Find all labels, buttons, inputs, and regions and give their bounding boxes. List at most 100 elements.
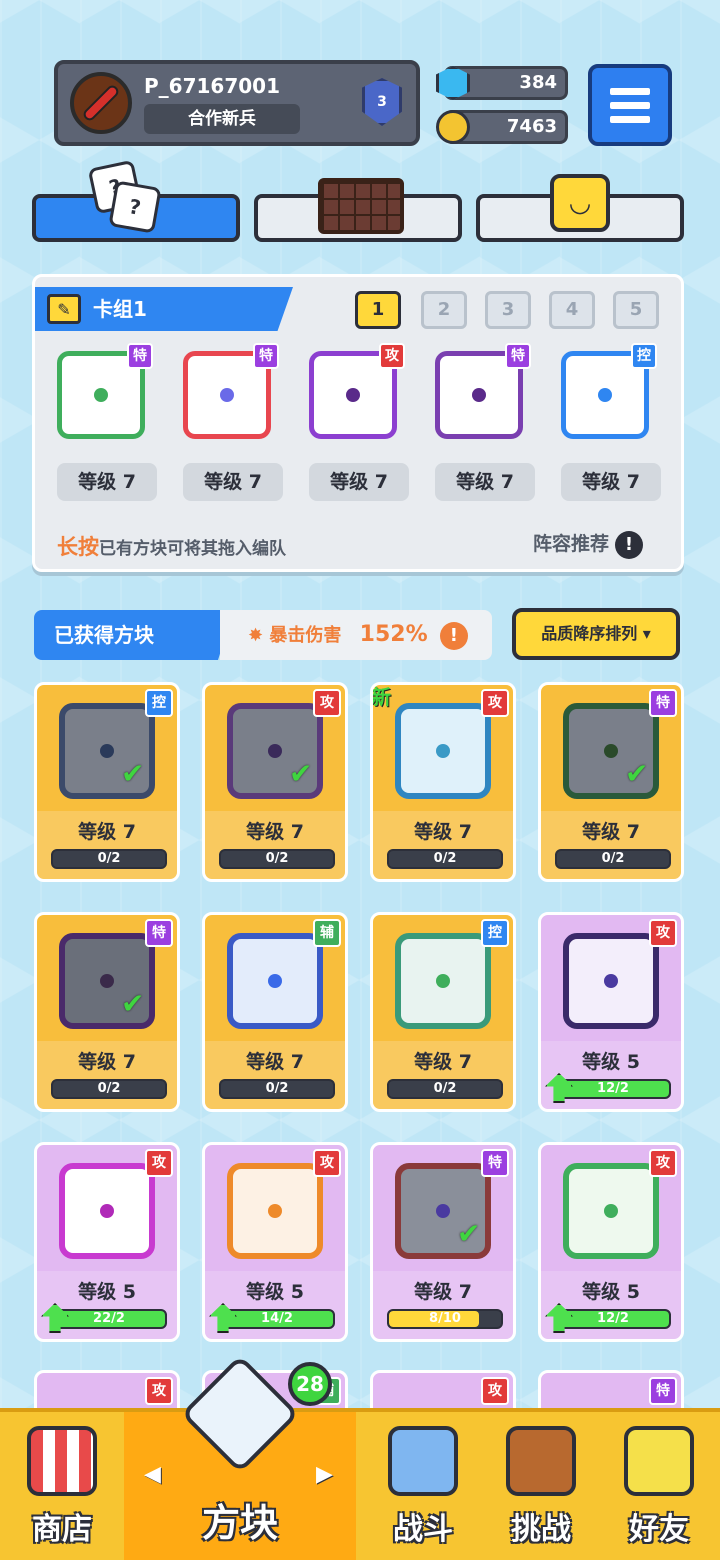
- sort-dropdown[interactable]: 品质降序排列 ▾: [512, 608, 680, 660]
- nav-shop[interactable]: 商店: [0, 1412, 124, 1560]
- rank-badge-icon[interactable]: 3: [362, 78, 402, 126]
- deck-panel: 卡组1 ✎ 1 2 3 4 5 长按已有方块可将其拖入编队 阵容推荐! 特等级 …: [32, 274, 684, 572]
- deck-slot-5[interactable]: 5: [613, 291, 659, 329]
- type-tag: 攻: [145, 1377, 173, 1405]
- in-deck-check-icon: ✔: [457, 1217, 481, 1250]
- block-level: 等级 7: [582, 821, 640, 843]
- block-dot: [100, 744, 114, 758]
- block-level: 等级 7: [414, 821, 472, 843]
- recommend-button[interactable]: 阵容推荐!: [533, 529, 644, 559]
- block-card[interactable]: 控 等级 7 0/2: [370, 912, 516, 1112]
- progress-bar: 22/2: [51, 1309, 167, 1329]
- crit-info[interactable]: ✸ 暴击伤害 152% !: [220, 610, 492, 660]
- block-card[interactable]: 攻 等级 5 12/2: [538, 1142, 684, 1342]
- deck-card[interactable]: 攻: [301, 343, 405, 447]
- progress-label: 0/2: [601, 851, 625, 866]
- block-level: 等级 5: [582, 1051, 640, 1073]
- type-tag: 特: [253, 343, 279, 369]
- deck-card[interactable]: 控: [553, 343, 657, 447]
- block-image: [227, 933, 323, 1029]
- profile-panel[interactable]: P_67167001 合作新兵 3: [54, 60, 420, 146]
- in-deck-check-icon: ✔: [625, 757, 649, 790]
- nav-challenge[interactable]: 挑战: [484, 1412, 598, 1560]
- block-card[interactable]: 攻 等级 7 0/2 新: [370, 682, 516, 882]
- block-dot: [604, 974, 618, 988]
- avatar-icon: [81, 83, 121, 123]
- deck-slot-3[interactable]: 3: [485, 291, 531, 329]
- edit-icon[interactable]: ✎: [47, 294, 81, 324]
- deck-slot-1[interactable]: 1: [355, 291, 401, 329]
- deck-card[interactable]: 特: [49, 343, 153, 447]
- type-tag: 特: [481, 1149, 509, 1177]
- block-card[interactable]: 攻 等级 5 12/2: [538, 912, 684, 1112]
- type-tag: 攻: [481, 689, 509, 717]
- progress-bar: 12/2: [555, 1309, 671, 1329]
- type-tag: 攻: [145, 1149, 173, 1177]
- coin-icon: [436, 110, 470, 144]
- deck-card[interactable]: 特: [175, 343, 279, 447]
- type-tag: 攻: [481, 1377, 509, 1405]
- block-card[interactable]: 特 等级 7 8/10 ✔: [370, 1142, 516, 1342]
- player-title: 合作新兵: [144, 104, 300, 134]
- progress-bar: 0/2: [387, 1079, 503, 1099]
- nav-blocks[interactable]: 方块 ◀ ▶: [124, 1354, 356, 1560]
- block-card[interactable]: 攻 等级 5 14/2: [202, 1142, 348, 1342]
- deck-slot-4[interactable]: 4: [549, 291, 595, 329]
- type-tag: 控: [481, 919, 509, 947]
- block-level: 等级 5: [246, 1281, 304, 1303]
- block-card[interactable]: 攻 等级 7 0/2 ✔: [202, 682, 348, 882]
- type-tag: 攻: [649, 919, 677, 947]
- block-dot: [604, 1204, 618, 1218]
- progress-bar: 0/2: [51, 849, 167, 869]
- nav-right-arrow-icon[interactable]: ▶: [316, 1462, 333, 1487]
- avatar[interactable]: [70, 72, 132, 134]
- block-dot: [100, 1204, 114, 1218]
- block-image: [395, 703, 491, 799]
- progress-bar: 0/2: [387, 849, 503, 869]
- type-tag: 辅: [313, 919, 341, 947]
- type-tag: 攻: [313, 689, 341, 717]
- block-image: [59, 1163, 155, 1259]
- in-deck-check-icon: ✔: [121, 987, 145, 1020]
- player-name: P_67167001: [144, 74, 280, 98]
- deck-slot-2[interactable]: 2: [421, 291, 467, 329]
- nav-friends[interactable]: 好友: [598, 1412, 720, 1560]
- progress-bar: 0/2: [219, 1079, 335, 1099]
- block-dot: [598, 388, 612, 402]
- block-level: 等级 7: [246, 821, 304, 843]
- blocks-count-badge: 28: [288, 1362, 332, 1406]
- menu-button[interactable]: [588, 64, 672, 146]
- block-dot: [436, 744, 450, 758]
- progress-bar: 12/2: [555, 1079, 671, 1099]
- block-card[interactable]: 特 等级 7 0/2 ✔: [34, 912, 180, 1112]
- type-tag: 特: [649, 1377, 677, 1405]
- shop-icon: [27, 1426, 97, 1496]
- block-level: 等级 7: [414, 1281, 472, 1303]
- nav-left-arrow-icon[interactable]: ◀: [144, 1462, 161, 1487]
- deck-card-level: 等级 7: [561, 463, 661, 501]
- deck-card-level: 等级 7: [183, 463, 283, 501]
- deck-card-level: 等级 7: [435, 463, 535, 501]
- block-card[interactable]: 控 等级 7 0/2 ✔: [34, 682, 180, 882]
- deck-card[interactable]: 特: [427, 343, 531, 447]
- hint-text: 已有方块可将其拖入编队: [99, 539, 286, 559]
- recommend-label: 阵容推荐: [533, 533, 610, 555]
- block-level: 等级 7: [78, 1051, 136, 1073]
- block-card[interactable]: 特 等级 7 0/2 ✔: [538, 682, 684, 882]
- block-card[interactable]: 辅 等级 7 0/2: [202, 912, 348, 1112]
- in-deck-check-icon: ✔: [121, 757, 145, 790]
- smile-block-icon: ◡: [550, 174, 610, 232]
- deck-card-level: 等级 7: [309, 463, 409, 501]
- progress-label: 0/2: [265, 851, 289, 866]
- info-icon: !: [615, 530, 644, 559]
- progress-label: 8/10: [429, 1311, 461, 1326]
- block-card[interactable]: 攻 等级 5 22/2: [34, 1142, 180, 1342]
- block-image: [227, 1163, 323, 1259]
- owned-title: 已获得方块: [34, 610, 234, 660]
- progress-label: 0/2: [265, 1081, 289, 1096]
- type-tag: 特: [649, 689, 677, 717]
- crit-info-icon: !: [439, 622, 468, 650]
- type-tag: 特: [127, 343, 153, 369]
- type-tag: 控: [631, 343, 657, 369]
- nav-battle[interactable]: 战斗: [362, 1412, 484, 1560]
